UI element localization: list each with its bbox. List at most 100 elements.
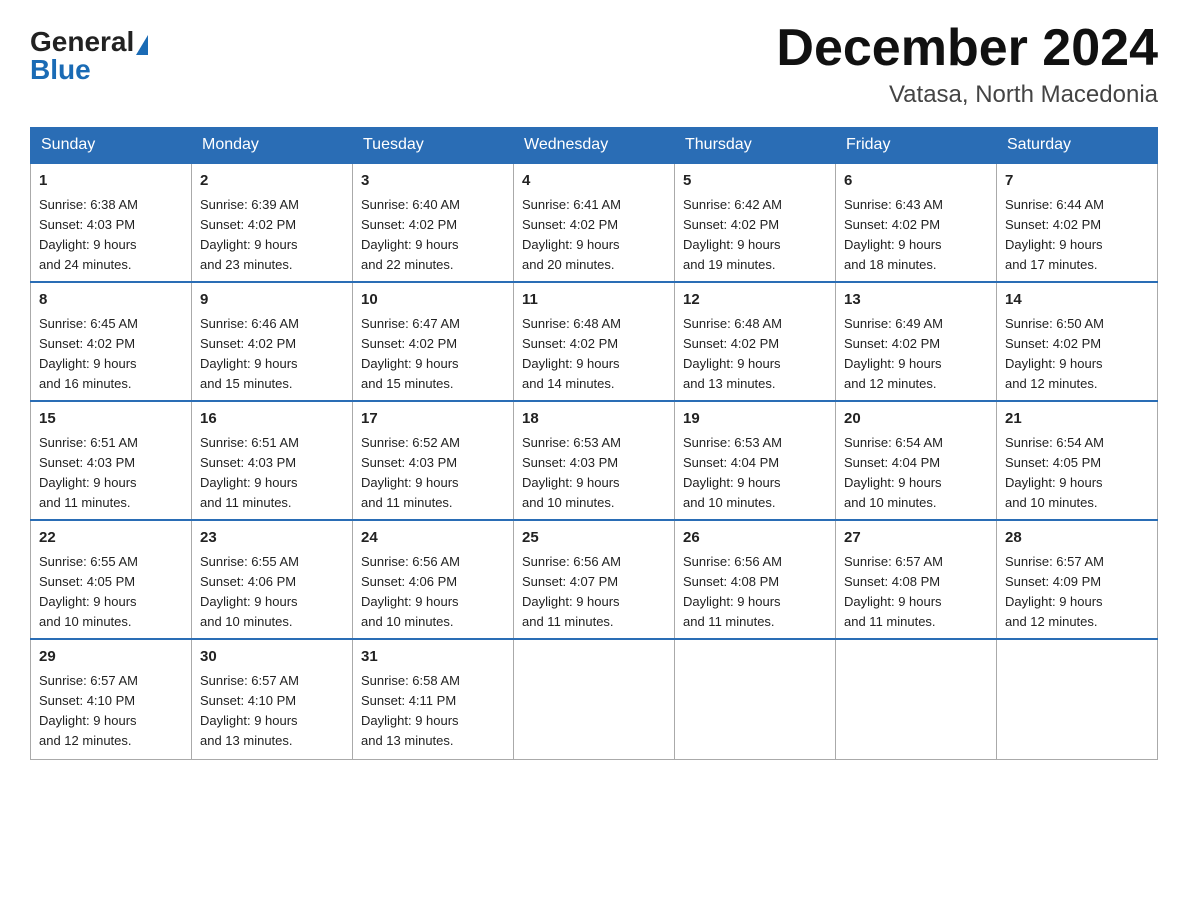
location-title: Vatasa, North Macedonia bbox=[776, 81, 1158, 109]
calendar-day-cell bbox=[675, 639, 836, 759]
day-number: 16 bbox=[200, 408, 344, 431]
calendar-day-cell: 25 Sunrise: 6:56 AMSunset: 4:07 PMDayligh… bbox=[514, 520, 675, 639]
day-info: Sunrise: 6:49 AMSunset: 4:02 PMDaylight:… bbox=[844, 316, 943, 391]
calendar-day-cell: 30 Sunrise: 6:57 AMSunset: 4:10 PMDayligh… bbox=[192, 639, 353, 759]
calendar-day-cell: 1 Sunrise: 6:38 AMSunset: 4:03 PMDaylight… bbox=[31, 163, 192, 282]
calendar-week-row: 8Sunrise: 6:45 AMSunset: 4:02 PMDaylight… bbox=[31, 282, 1158, 401]
day-info: Sunrise: 6:57 AMSunset: 4:10 PMDaylight:… bbox=[200, 673, 299, 748]
day-number: 9 bbox=[200, 289, 344, 312]
calendar-day-cell: 4 Sunrise: 6:41 AMSunset: 4:02 PMDaylight… bbox=[514, 163, 675, 282]
day-number: 15 bbox=[39, 408, 183, 431]
day-number: 12 bbox=[683, 289, 827, 312]
day-info: Sunrise: 6:48 AMSunset: 4:02 PMDaylight:… bbox=[683, 316, 782, 391]
calendar-day-cell: 12 Sunrise: 6:48 AMSunset: 4:02 PMDayligh… bbox=[675, 282, 836, 401]
day-info: Sunrise: 6:47 AMSunset: 4:02 PMDaylight:… bbox=[361, 316, 460, 391]
calendar-day-cell: 24 Sunrise: 6:56 AMSunset: 4:06 PMDayligh… bbox=[353, 520, 514, 639]
day-info: Sunrise: 6:56 AMSunset: 4:08 PMDaylight:… bbox=[683, 554, 782, 629]
calendar-day-cell: 13Sunrise: 6:49 AMSunset: 4:02 PMDayligh… bbox=[836, 282, 997, 401]
day-info: Sunrise: 6:55 AMSunset: 4:06 PMDaylight:… bbox=[200, 554, 299, 629]
day-of-week-header: Monday bbox=[192, 128, 353, 164]
day-number: 20 bbox=[844, 408, 988, 431]
calendar-day-cell: 22 Sunrise: 6:55 AMSunset: 4:05 PMDayligh… bbox=[31, 520, 192, 639]
day-number: 8 bbox=[39, 289, 183, 312]
day-info: Sunrise: 6:55 AMSunset: 4:05 PMDaylight:… bbox=[39, 554, 138, 629]
day-info: Sunrise: 6:40 AMSunset: 4:02 PMDaylight:… bbox=[361, 197, 460, 272]
day-info: Sunrise: 6:43 AMSunset: 4:02 PMDaylight:… bbox=[844, 197, 943, 272]
day-info: Sunrise: 6:38 AMSunset: 4:03 PMDaylight:… bbox=[39, 197, 138, 272]
calendar-day-cell: 2 Sunrise: 6:39 AMSunset: 4:02 PMDaylight… bbox=[192, 163, 353, 282]
calendar-header-row: SundayMondayTuesdayWednesdayThursdayFrid… bbox=[31, 128, 1158, 164]
day-info: Sunrise: 6:51 AMSunset: 4:03 PMDaylight:… bbox=[200, 435, 299, 510]
day-number: 24 bbox=[361, 527, 505, 550]
day-number: 2 bbox=[200, 170, 344, 193]
logo-blue-text: Blue bbox=[30, 54, 91, 86]
calendar-week-row: 1 Sunrise: 6:38 AMSunset: 4:03 PMDaylight… bbox=[31, 163, 1158, 282]
day-number: 4 bbox=[522, 170, 666, 193]
day-info: Sunrise: 6:56 AMSunset: 4:07 PMDaylight:… bbox=[522, 554, 621, 629]
day-info: Sunrise: 6:53 AMSunset: 4:03 PMDaylight:… bbox=[522, 435, 621, 510]
day-info: Sunrise: 6:41 AMSunset: 4:02 PMDaylight:… bbox=[522, 197, 621, 272]
day-number: 27 bbox=[844, 527, 988, 550]
calendar-day-cell: 18 Sunrise: 6:53 AMSunset: 4:03 PMDayligh… bbox=[514, 401, 675, 520]
day-number: 30 bbox=[200, 646, 344, 669]
logo: General Blue bbox=[30, 28, 148, 86]
day-of-week-header: Tuesday bbox=[353, 128, 514, 164]
calendar-day-cell: 19Sunrise: 6:53 AMSunset: 4:04 PMDayligh… bbox=[675, 401, 836, 520]
day-info: Sunrise: 6:51 AMSunset: 4:03 PMDaylight:… bbox=[39, 435, 138, 510]
month-title: December 2024 bbox=[776, 20, 1158, 77]
calendar-day-cell bbox=[836, 639, 997, 759]
day-number: 31 bbox=[361, 646, 505, 669]
day-info: Sunrise: 6:39 AMSunset: 4:02 PMDaylight:… bbox=[200, 197, 299, 272]
day-info: Sunrise: 6:53 AMSunset: 4:04 PMDaylight:… bbox=[683, 435, 782, 510]
day-info: Sunrise: 6:44 AMSunset: 4:02 PMDaylight:… bbox=[1005, 197, 1104, 272]
calendar-day-cell: 10Sunrise: 6:47 AMSunset: 4:02 PMDayligh… bbox=[353, 282, 514, 401]
calendar-day-cell: 31 Sunrise: 6:58 AMSunset: 4:11 PMDayligh… bbox=[353, 639, 514, 759]
calendar-day-cell: 7 Sunrise: 6:44 AMSunset: 4:02 PMDaylight… bbox=[997, 163, 1158, 282]
day-number: 22 bbox=[39, 527, 183, 550]
calendar-day-cell: 29Sunrise: 6:57 AMSunset: 4:10 PMDayligh… bbox=[31, 639, 192, 759]
day-info: Sunrise: 6:46 AMSunset: 4:02 PMDaylight:… bbox=[200, 316, 299, 391]
calendar-day-cell: 9 Sunrise: 6:46 AMSunset: 4:02 PMDaylight… bbox=[192, 282, 353, 401]
calendar-day-cell: 27 Sunrise: 6:57 AMSunset: 4:08 PMDayligh… bbox=[836, 520, 997, 639]
day-number: 1 bbox=[39, 170, 183, 193]
calendar-day-cell: 3Sunrise: 6:40 AMSunset: 4:02 PMDaylight… bbox=[353, 163, 514, 282]
day-info: Sunrise: 6:57 AMSunset: 4:09 PMDaylight:… bbox=[1005, 554, 1104, 629]
day-info: Sunrise: 6:48 AMSunset: 4:02 PMDaylight:… bbox=[522, 316, 621, 391]
day-info: Sunrise: 6:57 AMSunset: 4:08 PMDaylight:… bbox=[844, 554, 943, 629]
day-info: Sunrise: 6:42 AMSunset: 4:02 PMDaylight:… bbox=[683, 197, 782, 272]
day-number: 7 bbox=[1005, 170, 1149, 193]
day-of-week-header: Sunday bbox=[31, 128, 192, 164]
calendar-day-cell: 23Sunrise: 6:55 AMSunset: 4:06 PMDayligh… bbox=[192, 520, 353, 639]
day-number: 18 bbox=[522, 408, 666, 431]
calendar-day-cell: 20Sunrise: 6:54 AMSunset: 4:04 PMDayligh… bbox=[836, 401, 997, 520]
day-number: 21 bbox=[1005, 408, 1149, 431]
logo-general-text: General bbox=[30, 28, 134, 56]
calendar-day-cell: 11Sunrise: 6:48 AMSunset: 4:02 PMDayligh… bbox=[514, 282, 675, 401]
day-info: Sunrise: 6:56 AMSunset: 4:06 PMDaylight:… bbox=[361, 554, 460, 629]
calendar-day-cell: 28 Sunrise: 6:57 AMSunset: 4:09 PMDayligh… bbox=[997, 520, 1158, 639]
day-info: Sunrise: 6:50 AMSunset: 4:02 PMDaylight:… bbox=[1005, 316, 1104, 391]
day-number: 28 bbox=[1005, 527, 1149, 550]
calendar-day-cell: 16 Sunrise: 6:51 AMSunset: 4:03 PMDayligh… bbox=[192, 401, 353, 520]
day-of-week-header: Wednesday bbox=[514, 128, 675, 164]
calendar-day-cell: 14 Sunrise: 6:50 AMSunset: 4:02 PMDayligh… bbox=[997, 282, 1158, 401]
calendar-day-cell: 26Sunrise: 6:56 AMSunset: 4:08 PMDayligh… bbox=[675, 520, 836, 639]
calendar-day-cell: 5 Sunrise: 6:42 AMSunset: 4:02 PMDaylight… bbox=[675, 163, 836, 282]
day-of-week-header: Friday bbox=[836, 128, 997, 164]
calendar-table: SundayMondayTuesdayWednesdayThursdayFrid… bbox=[30, 127, 1158, 760]
calendar-day-cell bbox=[997, 639, 1158, 759]
day-number: 14 bbox=[1005, 289, 1149, 312]
logo-triangle-icon bbox=[136, 35, 148, 55]
calendar-week-row: 22 Sunrise: 6:55 AMSunset: 4:05 PMDayligh… bbox=[31, 520, 1158, 639]
calendar-week-row: 29 Sunrise: 6:57 AMSunset: 4:10 PMDayligh… bbox=[31, 639, 1158, 759]
calendar-day-cell bbox=[514, 639, 675, 759]
calendar-day-cell: 17Sunrise: 6:52 AMSunset: 4:03 PMDayligh… bbox=[353, 401, 514, 520]
day-info: Sunrise: 6:52 AMSunset: 4:03 PMDaylight:… bbox=[361, 435, 460, 510]
day-number: 5 bbox=[683, 170, 827, 193]
day-info: Sunrise: 6:58 AMSunset: 4:11 PMDaylight:… bbox=[361, 673, 460, 748]
calendar-week-row: 15 Sunrise: 6:51 AMSunset: 4:03 PMDayligh… bbox=[31, 401, 1158, 520]
day-of-week-header: Saturday bbox=[997, 128, 1158, 164]
calendar-day-cell: 15 Sunrise: 6:51 AMSunset: 4:03 PMDayligh… bbox=[31, 401, 192, 520]
day-number: 29 bbox=[39, 646, 183, 669]
day-number: 25 bbox=[522, 527, 666, 550]
